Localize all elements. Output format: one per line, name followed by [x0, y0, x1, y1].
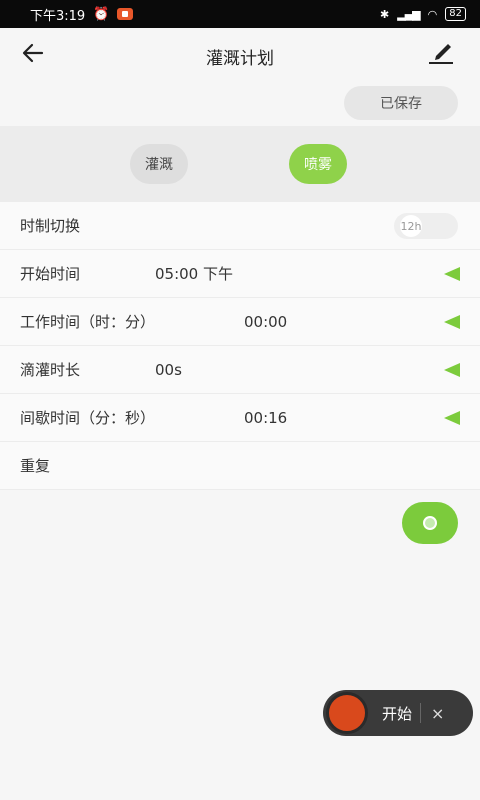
- interval-time-row[interactable]: 间歇时间（分：秒） 00:16: [0, 394, 480, 442]
- triangle-left-icon[interactable]: [444, 315, 460, 329]
- start-time-value: 05:00 下午: [155, 265, 233, 283]
- drip-duration-row[interactable]: 滴灌时长 00s: [0, 346, 480, 394]
- status-time: 下午3:19: [30, 8, 86, 24]
- repeat-label: 重复: [20, 457, 51, 475]
- recording-float-bar: 开始 ×: [323, 690, 473, 736]
- triangle-left-icon[interactable]: [444, 267, 460, 281]
- signal-icon: ▂▄▆: [397, 7, 420, 21]
- battery-indicator: 82: [445, 7, 466, 21]
- drip-duration-label: 滴灌时长: [20, 361, 81, 379]
- start-time-label: 开始时间: [20, 265, 81, 283]
- app-header: 灌溉计划 已保存: [0, 28, 480, 126]
- status-bar: 下午3:19 ⏰ ✱ ▂▄▆ ◠ 82: [0, 0, 480, 28]
- interval-time-label: 间歇时间（分：秒）: [20, 409, 156, 427]
- interval-time-value: 00:16: [244, 408, 288, 427]
- toggle-knob: 12h: [400, 215, 422, 237]
- time-format-toggle[interactable]: 12h: [394, 213, 458, 239]
- page-title: 灌溉计划: [206, 49, 274, 69]
- close-icon[interactable]: ×: [431, 704, 444, 723]
- mode-selector: 灌溉 喷雾: [0, 126, 480, 202]
- triangle-left-icon[interactable]: [444, 363, 460, 377]
- settings-list: 时制切换 12h 开始时间 05:00 下午 工作时间（时：分） 00:00 滴…: [0, 202, 480, 490]
- separator: [420, 703, 422, 723]
- record-button[interactable]: [326, 692, 368, 734]
- start-time-row[interactable]: 开始时间 05:00 下午: [0, 250, 480, 298]
- alarm-icon: ⏰: [93, 6, 110, 22]
- edit-button[interactable]: [426, 38, 456, 66]
- floating-action-button[interactable]: [402, 502, 458, 544]
- pencil-icon: [429, 44, 453, 64]
- saved-button[interactable]: 已保存: [344, 86, 458, 120]
- fab-icon: [423, 516, 437, 530]
- drip-duration-value: 00s: [155, 360, 182, 379]
- work-time-row[interactable]: 工作时间（时：分） 00:00: [0, 298, 480, 346]
- time-format-row: 时制切换 12h: [0, 202, 480, 250]
- triangle-left-icon[interactable]: [444, 411, 460, 425]
- work-time-label: 工作时间（时：分）: [20, 313, 156, 331]
- mode-irrigate-button[interactable]: 灌溉: [130, 144, 188, 184]
- work-time-value: 00:00: [244, 312, 288, 331]
- app-notification-icon: [117, 8, 134, 20]
- start-button[interactable]: 开始: [382, 703, 412, 724]
- repeat-row[interactable]: 重复: [0, 442, 480, 490]
- mode-spray-button[interactable]: 喷雾: [289, 144, 347, 184]
- time-format-label: 时制切换: [20, 217, 81, 235]
- bluetooth-icon: ✱: [380, 7, 390, 21]
- wifi-icon: ◠: [427, 7, 438, 21]
